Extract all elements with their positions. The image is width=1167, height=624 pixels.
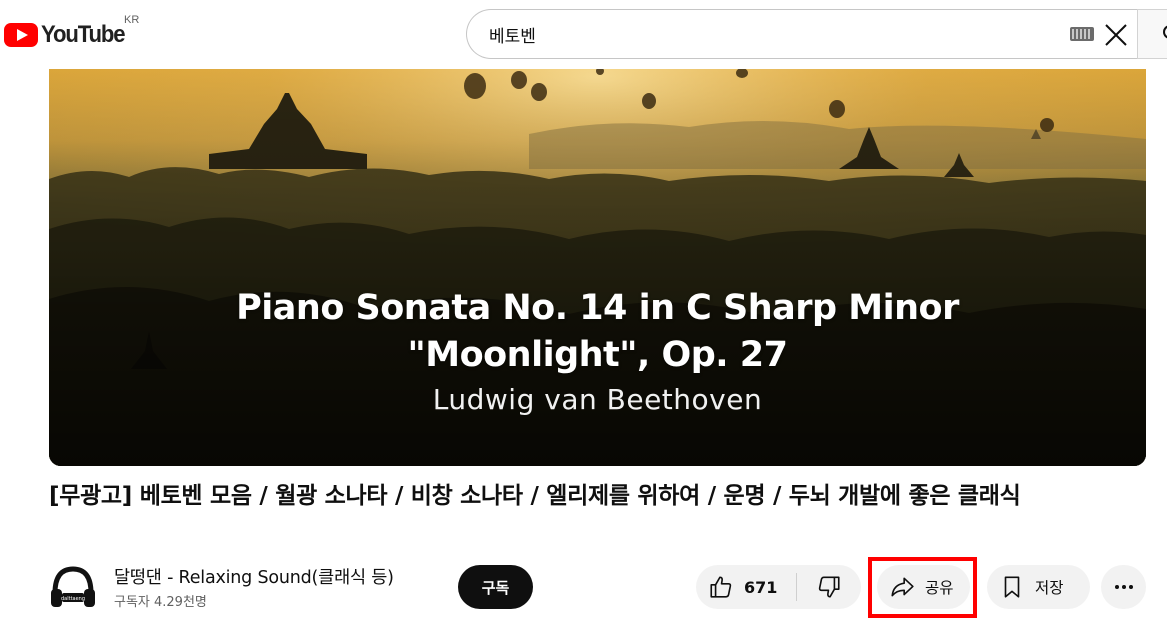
region-code: KR bbox=[124, 14, 140, 26]
keyboard-icon[interactable] bbox=[1070, 27, 1094, 41]
save-button[interactable]: 저장 bbox=[987, 565, 1090, 609]
like-button[interactable]: 671 bbox=[696, 565, 796, 609]
avatar-label: dalttaeng bbox=[61, 596, 85, 602]
thumbs-down-icon bbox=[818, 576, 840, 598]
channel-name[interactable]: 달떵댄 - Relaxing Sound(클래식 등) bbox=[114, 564, 394, 589]
video-title: [무광고] 베토벤 모음 / 월광 소나타 / 비창 소나타 / 엘리제를 위하… bbox=[49, 483, 1021, 509]
search-button[interactable] bbox=[1137, 9, 1167, 59]
subscriber-count: 구독자 4.29천명 bbox=[114, 595, 207, 610]
save-label: 저장 bbox=[1035, 579, 1064, 597]
subscribe-button[interactable]: 구독 bbox=[458, 565, 533, 609]
like-dislike-group: 671 bbox=[696, 565, 861, 609]
search-input[interactable] bbox=[489, 24, 1049, 44]
search-icon bbox=[1163, 25, 1167, 39]
youtube-logo[interactable]: YouTube bbox=[4, 20, 132, 50]
youtube-logo-icon bbox=[4, 23, 38, 47]
close-icon[interactable] bbox=[1103, 22, 1129, 48]
overlay-title-line2: "Moonlight", Op. 27 bbox=[407, 335, 788, 375]
thumbs-up-icon bbox=[710, 576, 732, 598]
like-count: 671 bbox=[744, 577, 778, 597]
overlay-title-line1: Piano Sonata No. 14 in C Sharp Minor bbox=[236, 288, 959, 328]
channel-avatar[interactable]: dalttaeng bbox=[49, 563, 97, 609]
share-arrow-icon bbox=[891, 577, 914, 597]
share-button[interactable]: 공유 bbox=[877, 565, 970, 609]
more-horizontal-icon bbox=[1114, 585, 1133, 589]
dislike-button[interactable] bbox=[797, 565, 861, 609]
video-player[interactable]: Piano Sonata No. 14 in C Sharp Minor "Mo… bbox=[49, 69, 1146, 466]
share-label: 공유 bbox=[925, 579, 954, 597]
logo-text: YouTube bbox=[41, 21, 126, 48]
overlay-composer: Ludwig van Beethoven bbox=[432, 383, 763, 416]
search-box[interactable] bbox=[466, 9, 1138, 59]
more-actions-button[interactable] bbox=[1101, 565, 1146, 609]
bookmark-icon bbox=[1004, 576, 1020, 598]
